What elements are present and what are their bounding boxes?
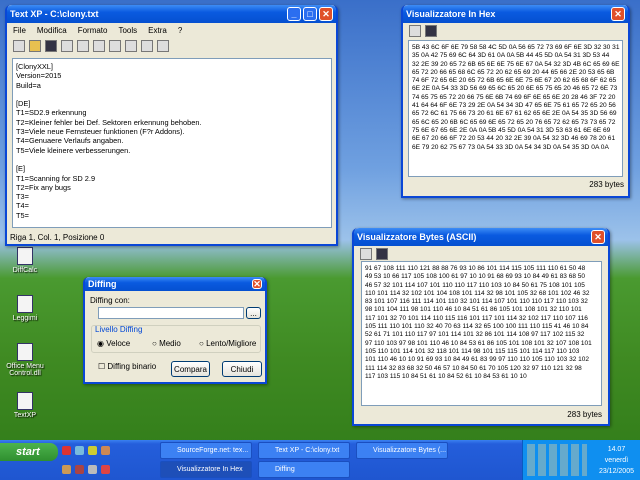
save-icon[interactable] bbox=[45, 40, 57, 52]
close-dialog-button[interactable]: Chiudi bbox=[222, 361, 262, 377]
undo-icon[interactable] bbox=[109, 40, 121, 52]
radio-medio[interactable]: ○ Medio bbox=[152, 339, 181, 348]
task-sourceforge[interactable]: SourceForge.net: tex... bbox=[160, 442, 252, 459]
diffing-level-group: Livello Diffing ◉ Veloce ○ Medio ○ Lento… bbox=[91, 325, 261, 353]
diff-file-input[interactable] bbox=[98, 307, 244, 319]
window-icon bbox=[17, 247, 33, 265]
byte-count: 283 bytes bbox=[589, 180, 624, 189]
desktop-icon-leggimi[interactable]: Leggimi bbox=[0, 295, 50, 322]
compare-button[interactable]: Compara bbox=[171, 361, 210, 377]
dll-icon bbox=[17, 343, 33, 361]
clock[interactable]: 14.07 venerdì 23/12/2005 bbox=[599, 444, 634, 477]
open-icon[interactable] bbox=[29, 40, 41, 52]
status-bar: Riga 1, Col. 1, Posizione 0 bbox=[10, 233, 105, 242]
title-bar[interactable]: Text XP - C:\clony.txt _ □ ✕ bbox=[7, 5, 336, 23]
menu-tools[interactable]: Tools bbox=[118, 26, 137, 35]
find-icon[interactable] bbox=[141, 40, 153, 52]
paste-icon[interactable] bbox=[93, 40, 105, 52]
quicklaunch-icon[interactable] bbox=[62, 446, 71, 455]
quicklaunch-icon[interactable] bbox=[62, 465, 71, 474]
task-diffing[interactable]: Diffing bbox=[258, 461, 350, 478]
quicklaunch-icon[interactable] bbox=[88, 446, 97, 455]
diffing-with-label: Diffing con: bbox=[90, 296, 130, 305]
ascii-viewer-window: Visualizzatore Bytes (ASCII) ✕ 91 67 108 … bbox=[352, 228, 610, 426]
close-button[interactable]: ✕ bbox=[611, 7, 625, 21]
menu-extra[interactable]: Extra bbox=[148, 26, 167, 35]
close-button[interactable]: ✕ bbox=[319, 7, 333, 21]
title-bar[interactable]: Visualizzatore Bytes (ASCII) ✕ bbox=[354, 228, 608, 246]
text-file-icon bbox=[17, 392, 33, 410]
close-button[interactable]: ✕ bbox=[591, 230, 605, 244]
tray-icons[interactable] bbox=[527, 444, 587, 476]
task-hex-viewer[interactable]: Visualizzatore In Hex bbox=[160, 461, 252, 478]
toolbar bbox=[7, 38, 336, 54]
system-tray: 14.07 venerdì 23/12/2005 bbox=[522, 440, 640, 480]
hex-viewer-window: Visualizzatore In Hex ✕ 5B 43 6C 6F 6E 79… bbox=[401, 5, 630, 198]
minimize-button[interactable]: _ bbox=[287, 7, 301, 21]
start-button[interactable]: start bbox=[0, 443, 58, 461]
radio-lento[interactable]: ○ Lento/Migliore bbox=[199, 339, 256, 348]
diffing-dialog: Diffing ✕ Diffing con: ... Livello Diffin… bbox=[83, 277, 267, 384]
radio-veloce[interactable]: ◉ Veloce bbox=[97, 339, 130, 348]
level-label: Livello Diffing bbox=[95, 325, 143, 334]
new-icon[interactable] bbox=[13, 40, 25, 52]
cut-icon[interactable] bbox=[61, 40, 73, 52]
desktop-icon-office-menu[interactable]: Office Menu Control.dll bbox=[0, 343, 50, 377]
ascii-content[interactable]: 91 67 108 111 110 121 88 88 76 93 10 86 … bbox=[361, 261, 602, 406]
copy-icon[interactable] bbox=[409, 25, 421, 37]
print-icon[interactable] bbox=[157, 40, 169, 52]
title-bar[interactable]: Visualizzatore In Hex ✕ bbox=[403, 5, 628, 23]
redo-icon[interactable] bbox=[125, 40, 137, 52]
taskbar: start SourceForge.net: tex... Text XP - … bbox=[0, 440, 640, 480]
quicklaunch-icon[interactable] bbox=[75, 446, 84, 455]
document-icon bbox=[17, 295, 33, 313]
textxp-window: Text XP - C:\clony.txt _ □ ✕ File Modifica… bbox=[5, 5, 338, 246]
toolbar bbox=[403, 23, 628, 39]
hex-content[interactable]: 5B 43 6C 6F 6E 79 58 58 4C 5D 0A 56 65 7… bbox=[408, 40, 623, 177]
desktop-icon-diffcalc[interactable]: DiffCalc bbox=[0, 247, 50, 274]
quicklaunch-icon[interactable] bbox=[101, 446, 110, 455]
close-button[interactable]: ✕ bbox=[252, 279, 262, 289]
save-icon[interactable] bbox=[376, 248, 388, 260]
quicklaunch-icon[interactable] bbox=[75, 465, 84, 474]
desktop-icon-textxp[interactable]: TextXP bbox=[0, 392, 50, 419]
copy-icon[interactable] bbox=[360, 248, 372, 260]
quicklaunch-icon[interactable] bbox=[101, 465, 110, 474]
menu-help[interactable]: ? bbox=[178, 26, 182, 35]
task-textxp[interactable]: Text XP - C:\clony.txt bbox=[258, 442, 350, 459]
menu-modifica[interactable]: Modifica bbox=[37, 26, 67, 35]
menu-formato[interactable]: Formato bbox=[78, 26, 108, 35]
menu-file[interactable]: File bbox=[13, 26, 26, 35]
copy-icon[interactable] bbox=[77, 40, 89, 52]
task-ascii-viewer[interactable]: Visualizzatore Bytes (... bbox=[356, 442, 448, 459]
browse-button[interactable]: ... bbox=[246, 307, 261, 319]
title-bar[interactable]: Diffing ✕ bbox=[85, 277, 265, 291]
maximize-button[interactable]: □ bbox=[303, 7, 317, 21]
binary-checkbox[interactable]: ☐ Diffing binario bbox=[98, 362, 156, 371]
toolbar bbox=[354, 246, 608, 262]
save-icon[interactable] bbox=[425, 25, 437, 37]
byte-count: 283 bytes bbox=[567, 410, 602, 419]
quicklaunch-icon[interactable] bbox=[88, 465, 97, 474]
text-editor[interactable]: [ClonyXXL] Version=2015 Build=a [DE] T1=… bbox=[12, 58, 332, 228]
menu-bar: File Modifica Formato Tools Extra ? bbox=[7, 23, 336, 38]
